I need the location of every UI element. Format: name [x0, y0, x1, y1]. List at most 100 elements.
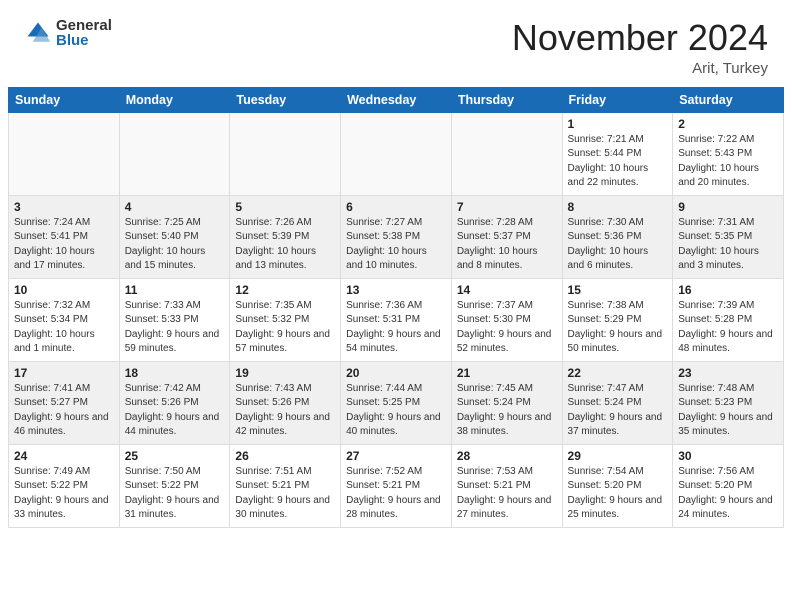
calendar-cell: 29 Sunrise: 7:54 AM Sunset: 5:20 PM Dayli… [562, 444, 673, 527]
calendar-cell [9, 112, 120, 195]
calendar-row: 17 Sunrise: 7:41 AM Sunset: 5:27 PM Dayli… [9, 361, 784, 444]
calendar-header: Sunday Monday Tuesday Wednesday Thursday… [9, 87, 784, 112]
calendar-row: 10Sunrise: 7:32 AM Sunset: 5:34 PM Dayli… [9, 278, 784, 361]
day-info: Sunrise: 7:22 AM Sunset: 5:43 PM Dayligh… [678, 133, 778, 191]
calendar-cell: 17 Sunrise: 7:41 AM Sunset: 5:27 PM Dayli… [9, 361, 120, 444]
day-number: 24 [14, 449, 114, 463]
col-wednesday: Wednesday [341, 87, 452, 112]
title-block: November 2024 Arit, Turkey [512, 18, 768, 77]
calendar-cell: 25Sunrise: 7:50 AM Sunset: 5:22 PM Dayli… [119, 444, 230, 527]
calendar-cell: 4 Sunrise: 7:25 AM Sunset: 5:40 PM Daylig… [119, 195, 230, 278]
day-info: Sunrise: 7:48 AM Sunset: 5:23 PM Dayligh… [678, 382, 778, 440]
col-sunday: Sunday [9, 87, 120, 112]
day-number: 2 [678, 117, 778, 131]
calendar-cell [230, 112, 341, 195]
day-info: Sunrise: 7:25 AM Sunset: 5:40 PM Dayligh… [125, 216, 225, 274]
day-number: 27 [346, 449, 446, 463]
day-number: 21 [457, 366, 557, 380]
day-info: Sunrise: 7:43 AM Sunset: 5:26 PM Dayligh… [235, 382, 335, 440]
day-number: 16 [678, 283, 778, 297]
day-info: Sunrise: 7:49 AM Sunset: 5:22 PM Dayligh… [14, 465, 114, 523]
day-number: 15 [568, 283, 668, 297]
calendar-cell: 20Sunrise: 7:44 AM Sunset: 5:25 PM Dayli… [341, 361, 452, 444]
day-number: 13 [346, 283, 446, 297]
day-number: 18 [125, 366, 225, 380]
logo-blue: Blue [56, 33, 112, 48]
day-number: 9 [678, 200, 778, 214]
calendar-cell: 24 Sunrise: 7:49 AM Sunset: 5:22 PM Dayli… [9, 444, 120, 527]
calendar-table: Sunday Monday Tuesday Wednesday Thursday… [8, 87, 784, 528]
calendar-cell: 13Sunrise: 7:36 AM Sunset: 5:31 PM Dayli… [341, 278, 452, 361]
day-info: Sunrise: 7:53 AM Sunset: 5:21 PM Dayligh… [457, 465, 557, 523]
day-info: Sunrise: 7:41 AM Sunset: 5:27 PM Dayligh… [14, 382, 114, 440]
day-info: Sunrise: 7:32 AM Sunset: 5:34 PM Dayligh… [14, 299, 114, 357]
calendar-row: 3Sunrise: 7:24 AM Sunset: 5:41 PM Daylig… [9, 195, 784, 278]
day-info: Sunrise: 7:28 AM Sunset: 5:37 PM Dayligh… [457, 216, 557, 274]
day-number: 8 [568, 200, 668, 214]
day-info: Sunrise: 7:52 AM Sunset: 5:21 PM Dayligh… [346, 465, 446, 523]
day-number: 14 [457, 283, 557, 297]
calendar-cell [341, 112, 452, 195]
day-number: 6 [346, 200, 446, 214]
day-number: 26 [235, 449, 335, 463]
page-header: General Blue November 2024 Arit, Turkey [0, 0, 792, 87]
calendar-cell: 28 Sunrise: 7:53 AM Sunset: 5:21 PM Dayli… [451, 444, 562, 527]
day-number: 7 [457, 200, 557, 214]
day-number: 25 [125, 449, 225, 463]
calendar-cell: 30Sunrise: 7:56 AM Sunset: 5:20 PM Dayli… [673, 444, 784, 527]
day-number: 29 [568, 449, 668, 463]
calendar-body: 1Sunrise: 7:21 AM Sunset: 5:44 PM Daylig… [9, 112, 784, 527]
calendar-row: 24 Sunrise: 7:49 AM Sunset: 5:22 PM Dayli… [9, 444, 784, 527]
day-info: Sunrise: 7:35 AM Sunset: 5:32 PM Dayligh… [235, 299, 335, 357]
day-info: Sunrise: 7:54 AM Sunset: 5:20 PM Dayligh… [568, 465, 668, 523]
logo: General Blue [24, 18, 112, 48]
calendar-cell [451, 112, 562, 195]
day-number: 11 [125, 283, 225, 297]
day-number: 20 [346, 366, 446, 380]
day-info: Sunrise: 7:51 AM Sunset: 5:21 PM Dayligh… [235, 465, 335, 523]
day-info: Sunrise: 7:42 AM Sunset: 5:26 PM Dayligh… [125, 382, 225, 440]
day-info: Sunrise: 7:31 AM Sunset: 5:35 PM Dayligh… [678, 216, 778, 274]
day-number: 4 [125, 200, 225, 214]
location: Arit, Turkey [512, 60, 768, 77]
day-info: Sunrise: 7:27 AM Sunset: 5:38 PM Dayligh… [346, 216, 446, 274]
day-number: 19 [235, 366, 335, 380]
day-info: Sunrise: 7:38 AM Sunset: 5:29 PM Dayligh… [568, 299, 668, 357]
calendar-wrapper: Sunday Monday Tuesday Wednesday Thursday… [0, 87, 792, 544]
calendar-cell: 19 Sunrise: 7:43 AM Sunset: 5:26 PM Dayli… [230, 361, 341, 444]
calendar-cell: 21Sunrise: 7:45 AM Sunset: 5:24 PM Dayli… [451, 361, 562, 444]
day-number: 28 [457, 449, 557, 463]
calendar-cell: 15 Sunrise: 7:38 AM Sunset: 5:29 PM Dayli… [562, 278, 673, 361]
day-number: 12 [235, 283, 335, 297]
day-info: Sunrise: 7:39 AM Sunset: 5:28 PM Dayligh… [678, 299, 778, 357]
day-info: Sunrise: 7:37 AM Sunset: 5:30 PM Dayligh… [457, 299, 557, 357]
col-friday: Friday [562, 87, 673, 112]
day-number: 17 [14, 366, 114, 380]
calendar-cell: 6 Sunrise: 7:27 AM Sunset: 5:38 PM Daylig… [341, 195, 452, 278]
col-saturday: Saturday [673, 87, 784, 112]
month-title: November 2024 [512, 18, 768, 58]
calendar-row: 1Sunrise: 7:21 AM Sunset: 5:44 PM Daylig… [9, 112, 784, 195]
calendar-cell: 11Sunrise: 7:33 AM Sunset: 5:33 PM Dayli… [119, 278, 230, 361]
calendar-cell: 12 Sunrise: 7:35 AM Sunset: 5:32 PM Dayli… [230, 278, 341, 361]
calendar-cell: 9 Sunrise: 7:31 AM Sunset: 5:35 PM Daylig… [673, 195, 784, 278]
day-info: Sunrise: 7:47 AM Sunset: 5:24 PM Dayligh… [568, 382, 668, 440]
calendar-cell: 18 Sunrise: 7:42 AM Sunset: 5:26 PM Dayli… [119, 361, 230, 444]
calendar-cell: 3Sunrise: 7:24 AM Sunset: 5:41 PM Daylig… [9, 195, 120, 278]
calendar-cell: 2 Sunrise: 7:22 AM Sunset: 5:43 PM Daylig… [673, 112, 784, 195]
logo-icon [24, 19, 52, 47]
col-thursday: Thursday [451, 87, 562, 112]
day-number: 22 [568, 366, 668, 380]
day-info: Sunrise: 7:30 AM Sunset: 5:36 PM Dayligh… [568, 216, 668, 274]
calendar-cell: 10Sunrise: 7:32 AM Sunset: 5:34 PM Dayli… [9, 278, 120, 361]
day-number: 23 [678, 366, 778, 380]
calendar-cell: 8 Sunrise: 7:30 AM Sunset: 5:36 PM Daylig… [562, 195, 673, 278]
calendar-cell: 16 Sunrise: 7:39 AM Sunset: 5:28 PM Dayli… [673, 278, 784, 361]
header-row: Sunday Monday Tuesday Wednesday Thursday… [9, 87, 784, 112]
day-info: Sunrise: 7:21 AM Sunset: 5:44 PM Dayligh… [568, 133, 668, 191]
day-info: Sunrise: 7:26 AM Sunset: 5:39 PM Dayligh… [235, 216, 335, 274]
day-number: 3 [14, 200, 114, 214]
calendar-cell: 27 Sunrise: 7:52 AM Sunset: 5:21 PM Dayli… [341, 444, 452, 527]
calendar-cell: 26 Sunrise: 7:51 AM Sunset: 5:21 PM Dayli… [230, 444, 341, 527]
col-monday: Monday [119, 87, 230, 112]
